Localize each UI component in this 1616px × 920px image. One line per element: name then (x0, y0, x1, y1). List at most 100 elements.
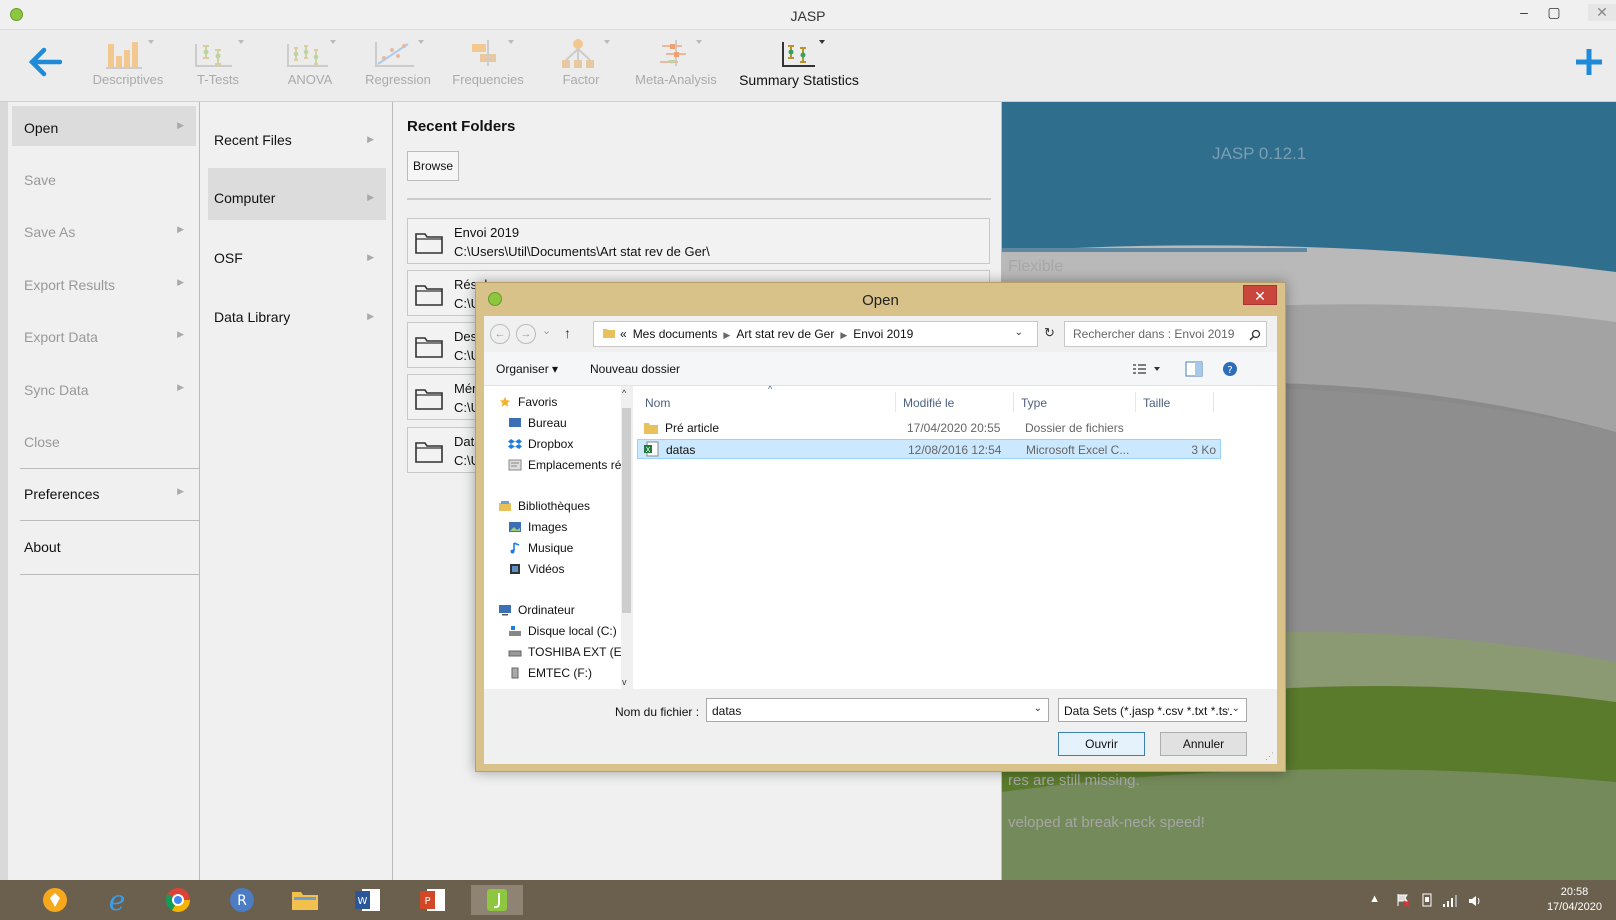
network-signal-icon[interactable] (1442, 895, 1458, 907)
menu-item-label: Data Library (214, 309, 291, 325)
module-frequencies[interactable]: Frequencies (450, 36, 526, 96)
taskbar-word-icon[interactable]: W (348, 885, 388, 915)
address-bar[interactable]: « Mes documents ▶ Art stat rev de Ger ▶ Envoi… (593, 321, 1038, 347)
taskbar-brave-icon[interactable] (35, 885, 75, 915)
back-icon[interactable]: ← (490, 324, 510, 344)
breadcrumb-item[interactable]: Art stat rev de Ger (736, 327, 834, 341)
module-factor[interactable]: Factor (556, 36, 610, 96)
open-data-library[interactable]: Data Library ▶ (208, 287, 386, 339)
open-osf[interactable]: OSF ▶ (208, 228, 386, 280)
chevron-down-icon[interactable]: ⌄ (1034, 703, 1042, 714)
file-menu-open[interactable]: Open ▶ (12, 106, 196, 146)
organize-button[interactable]: Organiser ▾ (496, 362, 558, 376)
open-submenu: Recent Files ▶ Computer ▶ OSF ▶ Data Librar… (200, 102, 393, 880)
breadcrumb-item[interactable]: Mes documents (633, 327, 718, 341)
help-icon[interactable]: ? (1222, 361, 1238, 377)
search-input[interactable]: Rechercher dans : Envoi 2019 (1064, 321, 1267, 347)
file-menu-save-as[interactable]: Save As ▶ (12, 210, 196, 250)
column-divider[interactable] (1135, 392, 1136, 412)
tray-expand-icon[interactable]: ▲ (1369, 893, 1380, 905)
nav-local-disk[interactable]: Disque local (C:) (508, 624, 617, 638)
restore-button[interactable]: ▢ (1542, 4, 1566, 21)
taskbar-file-explorer-icon[interactable] (285, 885, 325, 915)
file-row[interactable]: X datas 12/08/2016 12:54 Microsoft Excel… (637, 439, 1221, 459)
open-recent-files[interactable]: Recent Files ▶ (208, 110, 386, 162)
minimize-button[interactable]: – (1512, 4, 1536, 20)
browse-button[interactable]: Browse (407, 151, 459, 181)
nav-recent-places[interactable]: Emplacements ré (508, 458, 621, 472)
file-row[interactable]: Pré article 17/04/2020 20:55 Dossier de … (637, 418, 1221, 438)
open-computer[interactable]: Computer ▶ (208, 168, 386, 220)
scroll-down-icon[interactable]: v (622, 677, 627, 687)
tray-flag-icon[interactable] (1396, 893, 1410, 907)
nav-toshiba-drive[interactable]: TOSHIBA EXT (E: (508, 645, 625, 659)
chevron-down-icon[interactable]: ⌄ (1015, 327, 1023, 338)
nav-favorites[interactable]: Favoris (498, 395, 557, 409)
dialog-close-button[interactable]: ✕ (1243, 285, 1277, 305)
breadcrumb-separator-icon: ▶ (840, 330, 848, 340)
breadcrumb-item[interactable]: Envoi 2019 (853, 327, 913, 341)
column-header-type[interactable]: Type (1021, 396, 1047, 410)
taskbar-internet-explorer-icon[interactable]: e (97, 885, 137, 915)
refresh-icon[interactable]: ↻ (1044, 325, 1055, 341)
module-meta-analysis[interactable]: Meta-Analysis (634, 36, 718, 96)
file-menu-sync-data[interactable]: Sync Data ▶ (12, 368, 196, 408)
filename-input[interactable]: datas ⌄ (706, 698, 1049, 722)
nav-libraries[interactable]: Bibliothèques (498, 499, 590, 513)
scroll-up-icon[interactable]: ^ (622, 388, 626, 398)
new-folder-button[interactable]: Nouveau dossier (590, 362, 680, 376)
resize-grip-icon[interactable]: ⋰ (1265, 751, 1274, 762)
open-button[interactable]: Ouvrir (1058, 732, 1145, 756)
nav-videos[interactable]: Vidéos (508, 562, 564, 576)
file-menu-preferences[interactable]: Preferences ▶ (12, 472, 196, 512)
recent-places-icon (508, 459, 522, 471)
up-folder-icon[interactable]: ↑ (564, 325, 571, 341)
file-menu-export-results[interactable]: Export Results ▶ (12, 263, 196, 303)
module-descriptives[interactable]: Descriptives (88, 36, 168, 96)
cancel-button[interactable]: Annuler (1160, 732, 1247, 756)
view-options-icon[interactable] (1132, 362, 1162, 376)
column-divider[interactable] (895, 392, 896, 412)
nav-images[interactable]: Images (508, 520, 567, 534)
module-t-tests[interactable]: T-Tests (188, 36, 248, 96)
folder-name: Envoi 2019 (454, 225, 520, 240)
file-type-select[interactable]: Data Sets (*.jasp *.csv *.txt *.tsv ⌄ (1058, 698, 1247, 722)
recent-folder-item[interactable]: Envoi 2019 C:\Users\Util\Documents\Art s… (407, 218, 990, 264)
module-summary-statistics[interactable]: Summary Statistics (734, 36, 864, 96)
file-menu-close[interactable]: Close (12, 420, 196, 460)
file-menu-save[interactable]: Save (12, 158, 196, 198)
nav-emtec-drive[interactable]: EMTEC (F:) (508, 666, 592, 680)
column-divider[interactable] (1013, 392, 1014, 412)
column-divider[interactable] (1213, 392, 1214, 412)
back-arrow-icon[interactable] (28, 46, 63, 84)
scrollbar-thumb[interactable] (622, 408, 631, 613)
taskbar-powerpoint-icon[interactable]: P (413, 885, 453, 915)
svg-text:W: W (358, 896, 368, 907)
nav-music[interactable]: Musique (508, 541, 573, 555)
chevron-down-icon[interactable]: ⌄ (1228, 703, 1240, 714)
taskbar-jasp-icon[interactable] (471, 885, 523, 915)
nav-computer[interactable]: Ordinateur (498, 603, 575, 617)
tray-device-icon[interactable] (1420, 893, 1434, 907)
column-header-size[interactable]: Taille (1143, 396, 1170, 410)
taskbar-chrome-icon[interactable] (158, 885, 198, 915)
add-module-button[interactable] (1574, 42, 1604, 84)
nav-pane-scrollbar[interactable]: ^ v (621, 386, 632, 689)
column-header-name[interactable]: Nom (645, 396, 670, 410)
volume-icon[interactable] (1468, 895, 1482, 907)
file-menu-export-data[interactable]: Export Data ▶ (12, 315, 196, 355)
preview-pane-icon[interactable] (1185, 361, 1203, 377)
nav-dropbox[interactable]: Dropbox (508, 437, 573, 451)
module-anova[interactable]: ANOVA (280, 36, 340, 96)
menu-item-label: Export Results (24, 277, 116, 293)
file-menu-about[interactable]: About (12, 525, 196, 565)
taskbar-r-icon[interactable]: R (222, 885, 262, 915)
nav-desktop[interactable]: Bureau (508, 416, 567, 430)
column-header-modified[interactable]: Modifié le (903, 396, 954, 410)
forward-icon[interactable]: → (516, 324, 536, 344)
clock[interactable]: 20:58 17/04/2020 (1547, 885, 1602, 915)
recent-locations-icon[interactable]: ⌄ (542, 324, 551, 337)
close-window-button[interactable]: ✕ (1588, 4, 1616, 21)
breadcrumb-overflow[interactable]: « (620, 327, 627, 341)
module-regression[interactable]: Regression (362, 36, 434, 96)
